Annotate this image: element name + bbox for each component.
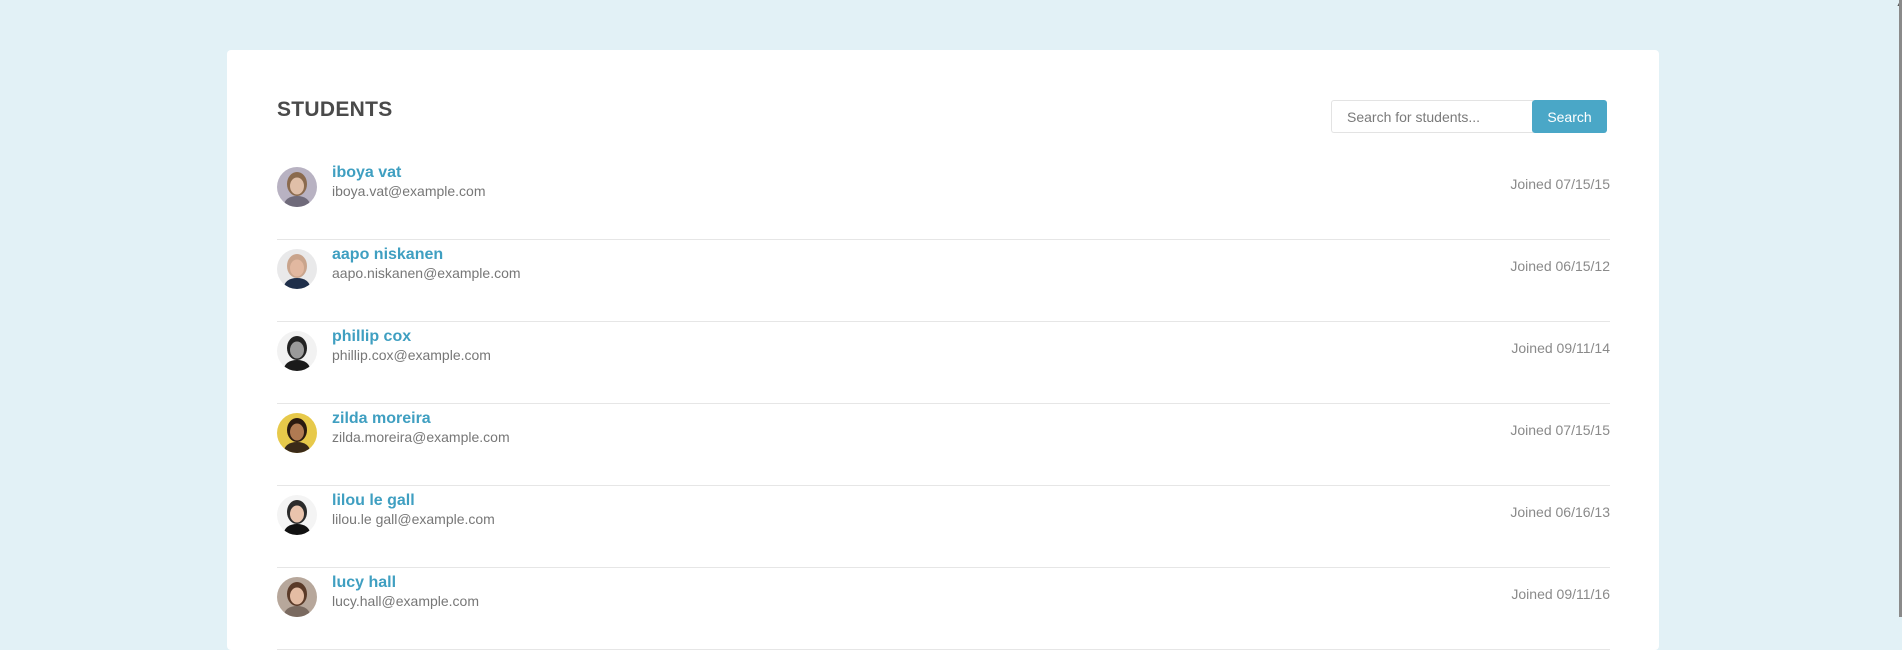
search-input[interactable] [1331, 100, 1533, 133]
student-name-link[interactable]: lucy hall [332, 574, 396, 592]
avatar-woman-blonde-icon[interactable] [277, 167, 317, 207]
student-joined-date: Joined 09/11/16 [1511, 586, 1610, 602]
avatar-man-bald-icon[interactable] [277, 249, 317, 289]
student-email: phillip.cox@example.com [332, 347, 491, 363]
avatar-man-glasses-icon[interactable] [277, 331, 317, 371]
student-email: lilou.le gall@example.com [332, 511, 495, 527]
student-name-link[interactable]: iboya vat [332, 164, 401, 182]
avatar-woman-dark-hair-icon[interactable] [277, 413, 317, 453]
students-card: STUDENTS Search iboya vatiboya.vat@examp… [227, 50, 1659, 650]
page-title: STUDENTS [277, 98, 393, 121]
student-joined-date: Joined 07/15/15 [1510, 176, 1610, 192]
search-bar: Search [1331, 100, 1607, 133]
search-button[interactable]: Search [1532, 100, 1607, 133]
avatar-woman-brown-hair-icon[interactable] [277, 577, 317, 617]
student-joined-date: Joined 09/11/14 [1511, 340, 1610, 356]
student-email: iboya.vat@example.com [332, 183, 486, 199]
student-joined-date: Joined 06/16/13 [1510, 504, 1610, 520]
student-row[interactable]: phillip cox phillip.cox@example.com Joined… [277, 322, 1610, 404]
student-row[interactable]: lilou le gall lilou.le gall@example.com Jo… [277, 486, 1610, 568]
student-joined-date: Joined 06/15/12 [1510, 258, 1610, 274]
student-email: aapo.niskanen@example.com [332, 265, 521, 281]
student-email: lucy.hall@example.com [332, 593, 480, 609]
student-row[interactable]: lucy hall lucy.hall@example.com Joined 09/… [277, 568, 1610, 650]
student-row[interactable]: zilda moreira zilda.moreira@example.com Jo… [277, 404, 1610, 486]
student-email: zilda.moreira@example.com [332, 429, 510, 445]
student-row[interactable]: iboya vat iboya.vat@example.com Joined 07/… [277, 158, 1610, 240]
student-name-link[interactable]: phillip cox [332, 328, 411, 346]
student-list: iboya vat iboya.vat@example.com Joined 07/… [277, 158, 1610, 650]
student-name-link[interactable]: zilda moreira [332, 410, 431, 428]
student-name-link[interactable]: lilou le gall [332, 492, 415, 510]
student-row[interactable]: aapo niskanen aapo.niskanen@example.com Jo… [277, 240, 1610, 322]
student-joined-date: Joined 07/15/15 [1510, 422, 1610, 438]
vertical-scrollbar[interactable]: ▲ [1896, 0, 1902, 617]
student-name-link[interactable]: aapo niskanen [332, 246, 443, 264]
avatar-woman-short-hair-icon[interactable] [277, 495, 317, 535]
